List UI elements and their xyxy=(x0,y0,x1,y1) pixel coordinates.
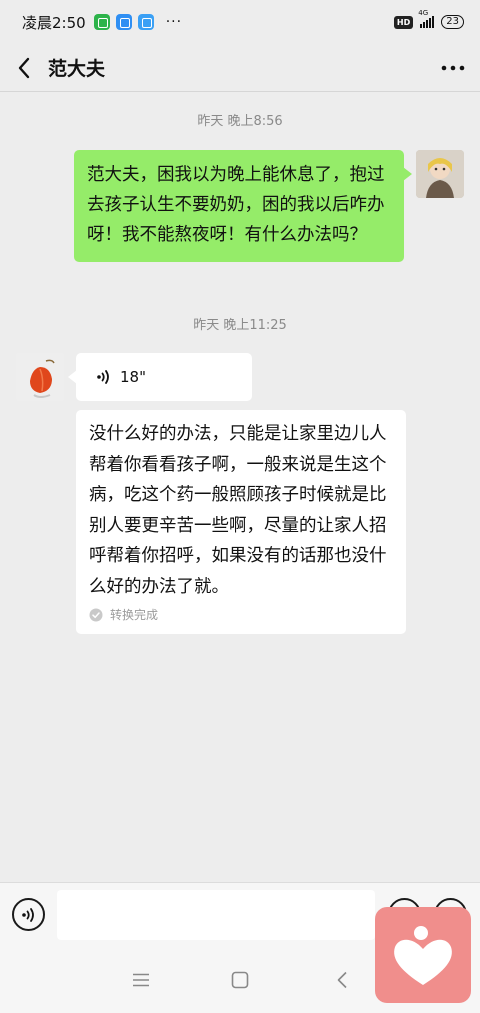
my-avatar[interactable] xyxy=(416,150,464,198)
network-type: 4G xyxy=(418,9,429,17)
transcript-text: 没什么好的办法，只能是让家里边儿人帮着你看看孩子啊，一般来说是生这个病，吃这个药… xyxy=(89,424,387,597)
battery-icon: 23 xyxy=(441,15,464,29)
voice-message[interactable]: 18" xyxy=(68,353,252,401)
menu-icon[interactable] xyxy=(129,968,153,992)
chat-header: 范大夫 xyxy=(0,44,480,92)
chat-title: 范大夫 xyxy=(48,58,106,80)
app-blue-icon xyxy=(137,14,154,30)
status-bar: 凌晨2:50 ··· HD 4G 23 xyxy=(0,0,480,44)
transcript-status-label: 转换完成 xyxy=(110,608,159,622)
hd-badge: HD xyxy=(393,15,414,29)
status-time: 凌晨2:50 xyxy=(22,13,86,32)
check-circle-icon xyxy=(89,608,103,622)
back-icon[interactable] xyxy=(2,46,46,90)
doctor-avatar[interactable] xyxy=(16,353,64,401)
floating-heart-app-icon[interactable] xyxy=(375,907,471,1003)
app-blue-icon xyxy=(115,14,132,30)
voice-transcript[interactable]: 没什么好的办法，只能是让家里边儿人帮着你看看孩子啊，一般来说是生这个病，吃这个药… xyxy=(76,410,406,634)
message-input[interactable] xyxy=(57,890,375,940)
outgoing-message[interactable]: 范大夫，困我以为晚上能休息了，抱过去孩子认生不要奶奶，困的我以后咋办呀！我不能熬… xyxy=(74,150,412,262)
message-timestamp: 昨天 晚上11:25 xyxy=(193,318,287,333)
voice-wave-icon xyxy=(96,369,112,385)
nav-back-icon[interactable] xyxy=(330,968,354,992)
more-notifications-icon: ··· xyxy=(165,14,183,30)
home-icon[interactable] xyxy=(228,968,252,992)
message-timestamp: 昨天 晚上8:56 xyxy=(197,114,283,129)
voice-wave-icon xyxy=(21,907,34,922)
voice-input-button[interactable] xyxy=(12,898,45,931)
more-dots-icon[interactable] xyxy=(426,46,480,90)
heart-icon xyxy=(394,926,452,985)
transcript-status: 转换完成 xyxy=(89,606,394,624)
app-green-icon xyxy=(93,14,110,30)
voice-duration: 18" xyxy=(120,368,146,386)
signal-icon: 4G xyxy=(418,9,435,28)
